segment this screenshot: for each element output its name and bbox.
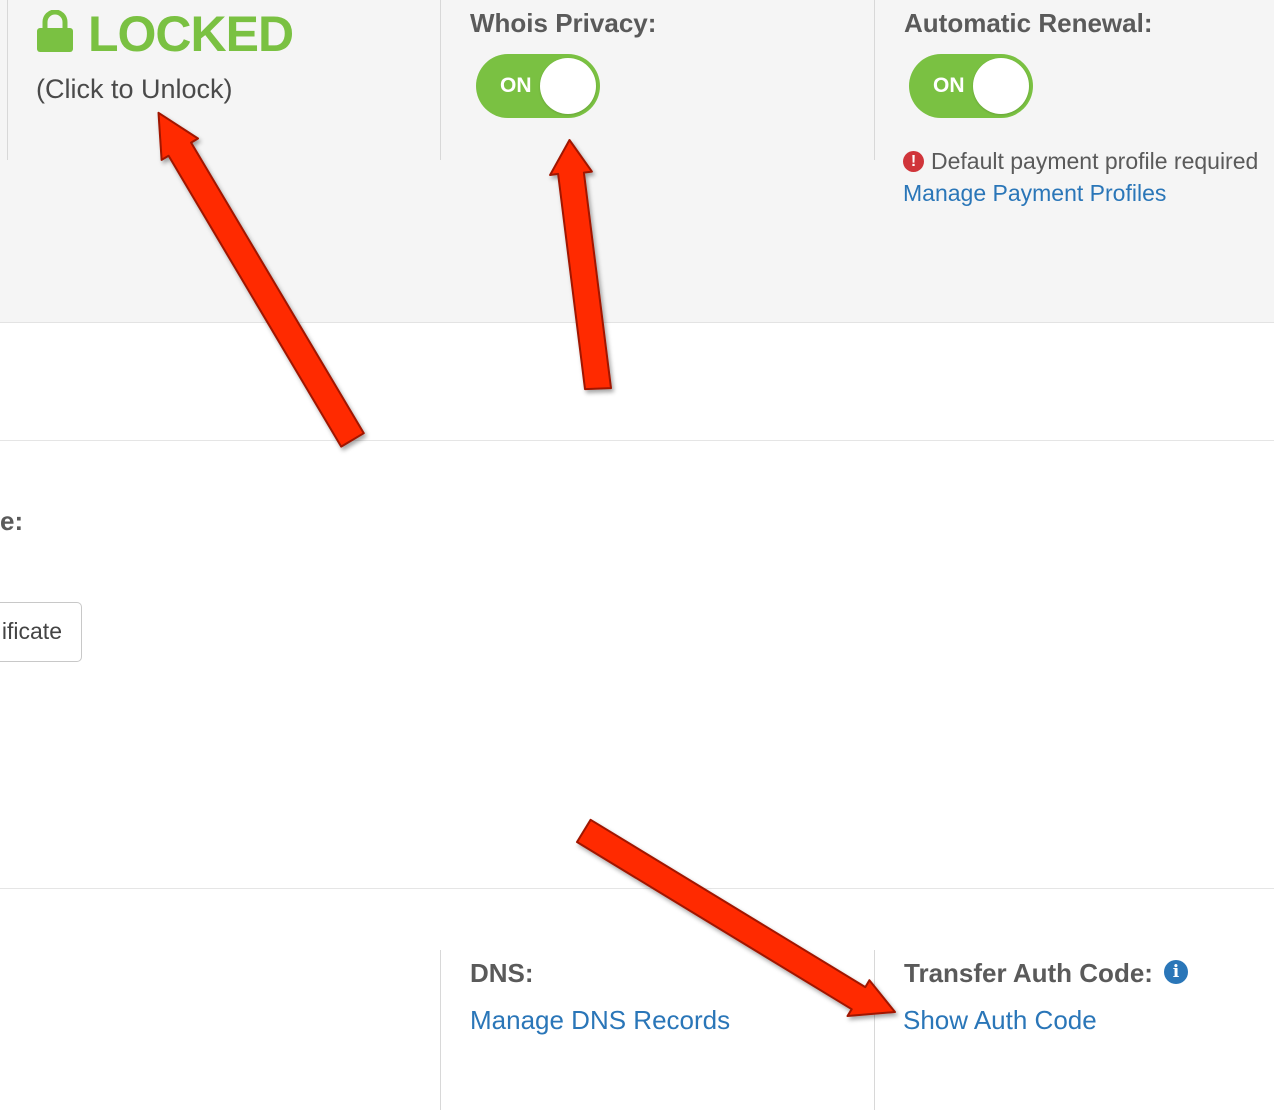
toggle-state-label: ON xyxy=(933,74,965,97)
section-divider xyxy=(0,888,1274,889)
divider xyxy=(874,950,875,1110)
manage-dns-records-link[interactable]: Manage DNS Records xyxy=(470,1005,730,1036)
whois-privacy-toggle[interactable]: ON xyxy=(476,54,600,118)
warning-icon: ! xyxy=(903,151,924,172)
unlock-link[interactable]: (Click to Unlock) xyxy=(36,74,233,105)
dns-label: DNS: xyxy=(470,958,534,988)
lock-icon[interactable] xyxy=(36,10,74,52)
toggle-state-label: ON xyxy=(500,74,532,97)
whois-privacy-label: Whois Privacy: xyxy=(470,8,657,38)
transfer-auth-code-label: Transfer Auth Code: xyxy=(904,958,1153,988)
manage-payment-profiles-link[interactable]: Manage Payment Profiles xyxy=(903,180,1166,207)
auto-renewal-label: Automatic Renewal: xyxy=(904,8,1153,38)
divider xyxy=(440,0,441,160)
divider xyxy=(440,950,441,1110)
auto-renewal-toggle[interactable]: ON xyxy=(909,54,1033,118)
toggle-knob xyxy=(540,58,596,114)
annotation-arrow xyxy=(576,818,896,1017)
show-auth-code-link[interactable]: Show Auth Code xyxy=(903,1005,1097,1036)
info-icon[interactable]: i xyxy=(1164,960,1188,984)
divider xyxy=(874,0,875,160)
section-label: e: xyxy=(0,506,24,536)
section-divider xyxy=(0,440,1274,441)
lock-status[interactable]: LOCKED xyxy=(88,6,294,62)
toggle-knob xyxy=(973,58,1029,114)
certificate-button[interactable]: ificate xyxy=(0,602,82,662)
divider xyxy=(7,0,8,160)
payment-warning: Default payment profile required xyxy=(931,148,1259,174)
certificate-button-label: ificate xyxy=(1,618,62,644)
